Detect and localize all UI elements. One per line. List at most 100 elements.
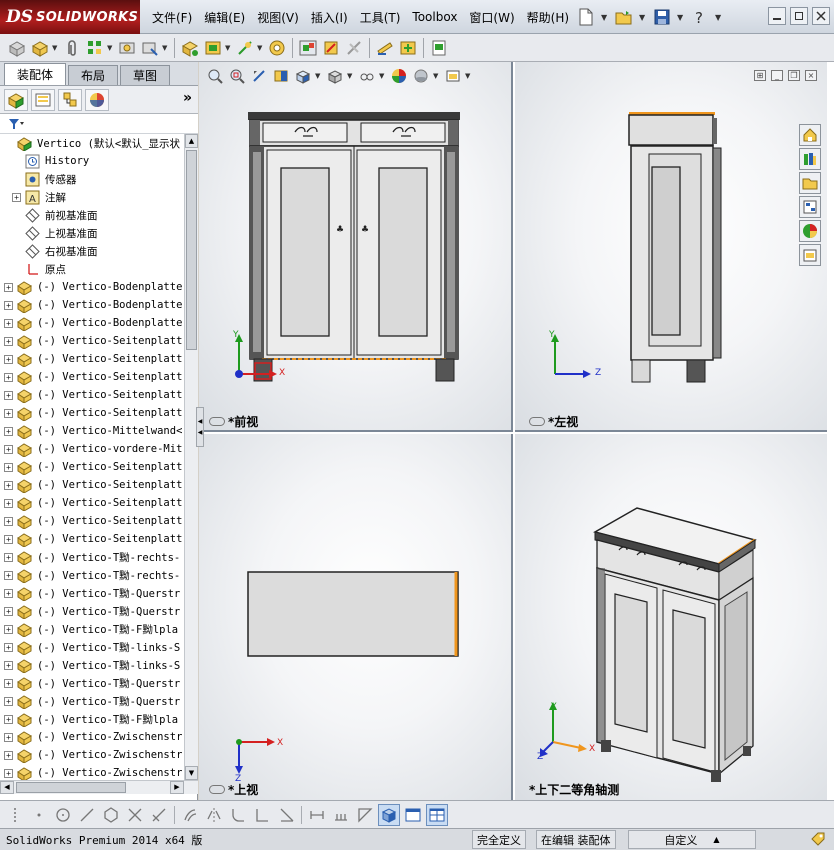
- polygon-icon[interactable]: [100, 804, 122, 826]
- vp-minimize-icon[interactable]: _: [771, 70, 783, 81]
- tree-component[interactable]: + (-) Vertico-Seitenplatt: [0, 512, 184, 530]
- design-library-icon[interactable]: [799, 148, 821, 170]
- exploded-view-icon[interactable]: [297, 37, 319, 59]
- expand-toggle-icon[interactable]: +: [12, 192, 21, 202]
- tree-component[interactable]: + (-) Vertico-T黝-rechts-: [0, 566, 184, 584]
- zoom-to-fit-icon[interactable]: [205, 66, 225, 86]
- view-settings-dropdown-icon[interactable]: ▼: [465, 72, 473, 80]
- orientation-dropdown-icon[interactable]: ▼: [315, 72, 323, 80]
- rebuild-tag-icon[interactable]: [810, 831, 826, 850]
- tree-component[interactable]: + (-) Vertico-T黝-Querstr: [0, 584, 184, 602]
- tab-sketch[interactable]: 草图: [120, 65, 171, 85]
- link-views-icon[interactable]: [209, 785, 225, 794]
- edit-appearance-icon[interactable]: [389, 66, 409, 86]
- tree-component[interactable]: + (-) Vertico-Seitenplatt: [0, 368, 184, 386]
- expand-toggle-icon[interactable]: +: [4, 390, 13, 400]
- feature-tree-tab-icon[interactable]: [4, 88, 28, 111]
- help-question-icon[interactable]: ?: [688, 6, 712, 28]
- mate-paperclip-icon[interactable]: [61, 37, 83, 59]
- configuration-manager-tab-icon[interactable]: [58, 88, 82, 111]
- file-explorer-icon[interactable]: [799, 172, 821, 194]
- expand-toggle-icon[interactable]: +: [4, 336, 13, 346]
- new-part-icon[interactable]: [29, 37, 51, 59]
- view-orientation-icon[interactable]: [293, 66, 313, 86]
- drag-handle-icon[interactable]: [4, 804, 26, 826]
- tree-component[interactable]: + (-) Vertico-T黝-F黝lpla: [0, 620, 184, 638]
- expand-toggle-icon[interactable]: +: [4, 624, 13, 634]
- interference-detection-icon[interactable]: [343, 37, 365, 59]
- solidworks-resources-icon[interactable]: [799, 124, 821, 146]
- fillet-icon[interactable]: [227, 804, 249, 826]
- tree-component[interactable]: + (-) Vertico-T黝-rechts-: [0, 548, 184, 566]
- tab-layout[interactable]: 布局: [68, 65, 119, 85]
- scroll-up-icon[interactable]: ▲: [185, 134, 198, 148]
- circle-icon[interactable]: [52, 804, 74, 826]
- chamfer-icon[interactable]: [275, 804, 297, 826]
- collapse-left-icon-2[interactable]: ◀: [198, 429, 203, 436]
- viewport-dimetric[interactable]: Y X Z *上下二等角轴测: [515, 434, 827, 800]
- tree-component[interactable]: + (-) Vertico-Zwischenstr: [0, 764, 184, 780]
- tree-component[interactable]: + (-) Vertico-T黝-Querstr: [0, 674, 184, 692]
- display-manager-tab-icon[interactable]: [85, 88, 109, 111]
- tree-component[interactable]: + (-) Vertico-Zwischenstr: [0, 746, 184, 764]
- tree-component[interactable]: + (-) Vertico-T黝-links-S: [0, 638, 184, 656]
- expand-toggle-icon[interactable]: +: [4, 660, 13, 670]
- reference-dropdown-icon[interactable]: ▼: [257, 44, 265, 52]
- features-dropdown-icon[interactable]: ▼: [225, 44, 233, 52]
- restore-icon[interactable]: [790, 7, 808, 25]
- open-dropdown-icon[interactable]: ▼: [639, 13, 647, 22]
- hide-show-dropdown-icon[interactable]: ▼: [379, 72, 387, 80]
- bill-of-materials-icon[interactable]: [266, 37, 288, 59]
- expand-toggle-icon[interactable]: +: [4, 696, 13, 706]
- vp-layout-icon[interactable]: ⊞: [754, 70, 766, 81]
- menu-file[interactable]: 文件(F): [146, 9, 198, 26]
- tab-assembly[interactable]: 装配体: [4, 63, 67, 85]
- single-view-layout-icon[interactable]: [402, 804, 424, 826]
- expand-toggle-icon[interactable]: +: [4, 498, 13, 508]
- custom-properties-icon[interactable]: [799, 244, 821, 266]
- new-dropdown-icon[interactable]: ▼: [601, 13, 609, 22]
- menu-tools[interactable]: 工具(T): [354, 9, 407, 26]
- scroll-thumb-horizontal[interactable]: [16, 782, 126, 793]
- appearances-scenes-icon[interactable]: [799, 220, 821, 242]
- four-view-layout-icon[interactable]: [426, 803, 448, 826]
- menu-insert[interactable]: 插入(I): [305, 9, 354, 26]
- expand-toggle-icon[interactable]: +: [4, 300, 13, 310]
- tree-component[interactable]: + (-) Vertico-T黝-Querstr: [0, 602, 184, 620]
- tree-component[interactable]: + (-) Vertico-Bodenplatte: [0, 278, 184, 296]
- mirror-icon[interactable]: [203, 804, 225, 826]
- add-relation-icon[interactable]: [354, 804, 376, 826]
- line-icon[interactable]: [76, 804, 98, 826]
- tree-item-sensors[interactable]: 传感器: [0, 170, 184, 188]
- tree-item-front-plane[interactable]: 前视基准面: [0, 206, 184, 224]
- take-snapshot-icon[interactable]: [428, 37, 450, 59]
- units-selector[interactable]: 自定义 ▲: [628, 830, 756, 849]
- tree-item-annotations[interactable]: + A 注解: [0, 188, 184, 206]
- expand-toggle-icon[interactable]: +: [4, 426, 13, 436]
- expand-toggle-icon[interactable]: +: [4, 552, 13, 562]
- shaded-display-icon[interactable]: [378, 803, 400, 826]
- tree-item-right-plane[interactable]: 右视基准面: [0, 242, 184, 260]
- scroll-right-icon[interactable]: ▶: [170, 781, 184, 794]
- tree-component[interactable]: + (-) Vertico-Seitenplatt: [0, 530, 184, 548]
- expand-toggle-icon[interactable]: +: [4, 516, 13, 526]
- menu-edit[interactable]: 编辑(E): [198, 9, 251, 26]
- extend-icon[interactable]: [148, 804, 170, 826]
- link-views-icon[interactable]: [209, 417, 225, 426]
- offset-icon[interactable]: [179, 804, 201, 826]
- tree-item-top-plane[interactable]: 上视基准面: [0, 224, 184, 242]
- viewport-front[interactable]: ♣ ♣ Y X *前视 ▼ ▼ ▼ ▼ ▼: [199, 62, 513, 432]
- tree-root-assembly[interactable]: Vertico (默认<默认_显示状: [0, 134, 184, 152]
- view-settings-icon[interactable]: [443, 66, 463, 86]
- expand-toggle-icon[interactable]: +: [4, 714, 13, 724]
- tree-component[interactable]: + (-) Vertico-vordere-Mit: [0, 440, 184, 458]
- update-speedpak-icon[interactable]: [397, 37, 419, 59]
- tree-component[interactable]: + (-) Vertico-Seitenplatt: [0, 476, 184, 494]
- explode-line-sketch-icon[interactable]: [320, 37, 342, 59]
- expand-toggle-icon[interactable]: +: [4, 372, 13, 382]
- expand-toggle-icon[interactable]: +: [4, 606, 13, 616]
- pattern-dropdown-icon[interactable]: ▼: [107, 44, 115, 52]
- menu-help[interactable]: 帮助(H): [521, 9, 575, 26]
- tree-component[interactable]: + (-) Vertico-Bodenplatte: [0, 296, 184, 314]
- graphics-area[interactable]: ♣ ♣ Y X *前视 ▼ ▼ ▼ ▼ ▼ Y Z *左视 ⊞ _ ❐ × X …: [196, 62, 834, 800]
